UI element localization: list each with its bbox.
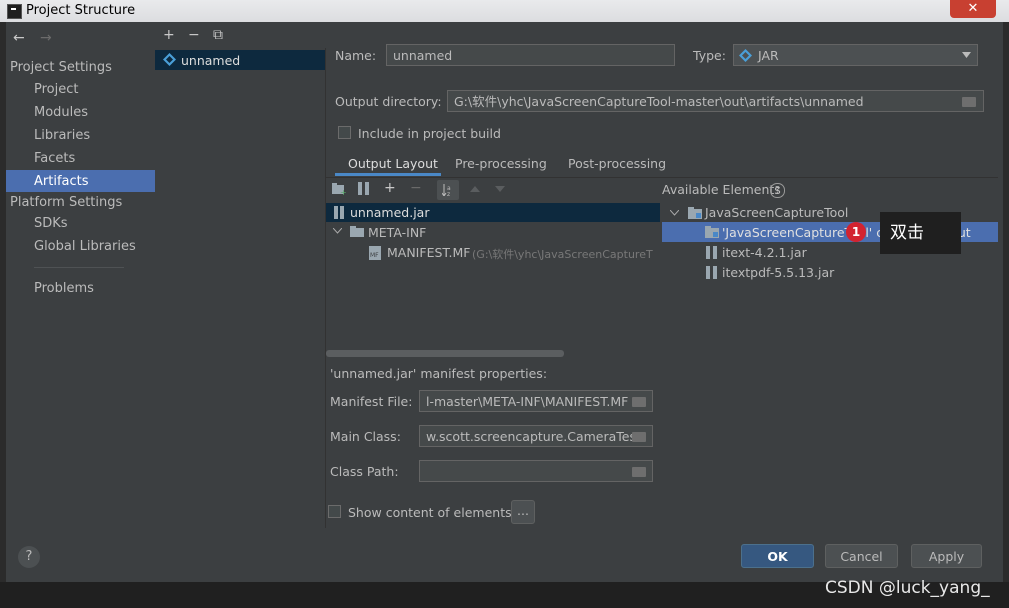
jar-type-icon: [739, 49, 752, 62]
browse-folder-icon[interactable]: [962, 97, 976, 107]
show-content-options-button[interactable]: ...: [511, 500, 535, 524]
show-content-label: Show content of elements: [348, 505, 512, 520]
include-in-build-checkbox[interactable]: [338, 126, 351, 139]
expand-chevron-icon[interactable]: [333, 228, 342, 234]
jar-artifact-icon: [163, 53, 176, 66]
nav-item-project[interactable]: Project: [34, 82, 78, 97]
browse-folder-icon[interactable]: [632, 397, 646, 407]
title-bar: Project Structure ✕: [0, 0, 1009, 22]
add-copy-of-button[interactable]: +: [384, 180, 396, 196]
available-itext-jar[interactable]: itext-4.2.1.jar: [722, 245, 807, 260]
type-label: Type:: [693, 48, 726, 63]
cancel-button[interactable]: Cancel: [825, 544, 898, 568]
tree-item-manifest-path: (G:\软件\yhc\JavaScreenCaptureT: [472, 248, 653, 261]
nav-section-project-settings: Project Settings: [10, 60, 112, 75]
artifact-list-panel: [155, 48, 326, 528]
type-select[interactable]: JAR: [733, 44, 978, 66]
available-project-item[interactable]: JavaScreenCaptureTool: [705, 205, 848, 220]
available-elements-label: Available Elements: [662, 182, 781, 197]
manifest-file-icon: MF: [369, 246, 381, 260]
jar-file-icon: [334, 206, 344, 219]
manifest-properties-title: 'unnamed.jar' manifest properties:: [330, 366, 548, 381]
nav-section-platform-settings: Platform Settings: [10, 195, 123, 210]
main-class-label: Main Class:: [330, 429, 401, 444]
move-up-icon[interactable]: [470, 186, 480, 192]
remove-artifact-button[interactable]: −: [188, 27, 200, 43]
name-input[interactable]: unnamed: [386, 44, 675, 66]
show-content-checkbox[interactable]: [328, 505, 341, 518]
intellij-app-icon: [7, 4, 22, 19]
browse-folder-icon[interactable]: [632, 467, 646, 477]
manifest-file-input[interactable]: l-master\META-INF\MANIFEST.MF: [419, 390, 653, 412]
tab-divider: [326, 177, 998, 178]
archive-icon[interactable]: [358, 182, 370, 196]
nav-item-artifacts[interactable]: Artifacts: [34, 174, 89, 189]
help-button[interactable]: ?: [18, 546, 40, 568]
copy-artifact-button[interactable]: ⧉: [213, 27, 223, 43]
jar-library-icon: [706, 246, 717, 259]
active-tab-indicator: [335, 173, 441, 176]
add-artifact-button[interactable]: +: [163, 27, 175, 43]
jar-library-icon: [706, 266, 717, 279]
csdn-watermark: CSDN @luck_yang_: [825, 578, 990, 598]
compile-output-folder-icon: [705, 226, 719, 238]
move-down-icon[interactable]: [495, 186, 505, 192]
output-directory-label: Output directory:: [335, 94, 442, 109]
available-itextpdf-jar[interactable]: itextpdf-5.5.13.jar: [722, 265, 834, 280]
name-label: Name:: [335, 48, 377, 63]
horizontal-scrollbar[interactable]: [326, 350, 564, 357]
window-title: Project Structure: [26, 3, 136, 18]
svg-text:z: z: [447, 191, 450, 196]
class-path-label: Class Path:: [330, 464, 399, 479]
main-class-input[interactable]: w.scott.screencapture.CameraTest: [419, 425, 653, 447]
close-button[interactable]: ✕: [950, 0, 996, 18]
artifact-name-label: unnamed: [181, 53, 241, 68]
expand-chevron-icon[interactable]: [670, 210, 679, 216]
tab-pre-processing[interactable]: Pre-processing: [455, 156, 547, 171]
browse-folder-icon[interactable]: [632, 432, 646, 442]
svg-text:+: +: [340, 188, 346, 195]
ok-button[interactable]: OK: [741, 544, 814, 568]
tab-post-processing[interactable]: Post-processing: [568, 156, 666, 171]
new-folder-icon[interactable]: +: [332, 183, 346, 195]
help-icon[interactable]: ?: [770, 183, 785, 198]
nav-item-sdks[interactable]: SDKs: [34, 216, 68, 231]
forward-arrow-icon[interactable]: →: [40, 30, 52, 46]
tree-item-jar: unnamed.jar: [350, 205, 430, 220]
remove-element-button[interactable]: −: [410, 180, 422, 196]
manifest-file-label: Manifest File:: [330, 394, 413, 409]
nav-item-global-libraries[interactable]: Global Libraries: [34, 239, 136, 254]
folder-icon: [350, 226, 364, 237]
sort-icon: az: [442, 184, 451, 196]
nav-item-facets[interactable]: Facets: [34, 151, 75, 166]
annotation-step-badge: 1: [846, 222, 866, 242]
apply-button[interactable]: Apply: [911, 544, 982, 568]
tree-item-manifest: MANIFEST.MF: [387, 245, 471, 260]
output-directory-input[interactable]: G:\软件\yhc\JavaScreenCaptureTool-master\o…: [447, 90, 984, 112]
class-path-input[interactable]: [419, 460, 653, 482]
nav-item-problems[interactable]: Problems: [34, 281, 94, 296]
tab-output-layout[interactable]: Output Layout: [348, 156, 438, 171]
chevron-down-icon: [962, 52, 971, 58]
nav-item-modules[interactable]: Modules: [34, 105, 88, 120]
module-folder-icon: [688, 207, 702, 219]
tree-item-meta-inf: META-INF: [368, 225, 427, 240]
nav-item-libraries[interactable]: Libraries: [34, 128, 90, 143]
nav-divider: [34, 267, 124, 268]
back-arrow-icon[interactable]: ←: [13, 30, 25, 46]
include-in-build-label: Include in project build: [358, 126, 501, 141]
svg-text:MF: MF: [370, 252, 379, 259]
annotation-tooltip: 双击: [880, 212, 961, 254]
